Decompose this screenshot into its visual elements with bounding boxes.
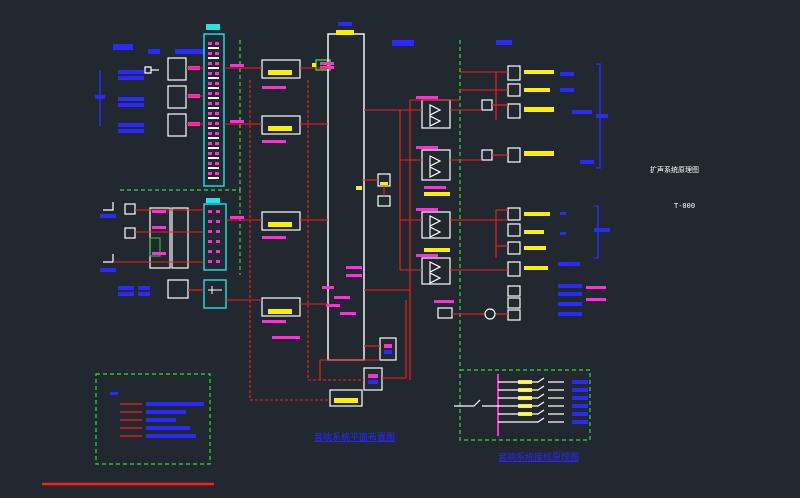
speaker-magenta-tags xyxy=(586,286,606,301)
scheme-caption: 音响系统平面布置图 xyxy=(314,431,395,443)
processor-module-bars xyxy=(268,70,292,314)
speaker-yellow-bars xyxy=(524,70,554,270)
lower-left-labels xyxy=(100,214,150,296)
amplifier-small-units xyxy=(437,99,496,320)
left-input-labels xyxy=(95,44,205,133)
lower-caption: 音响系统接线原理图 xyxy=(498,451,579,463)
input-device-boxes xyxy=(144,57,187,137)
legend-box xyxy=(110,392,204,438)
breaker-panel xyxy=(454,374,588,436)
magenta-tags xyxy=(152,64,454,303)
drawing-number: T-000 xyxy=(674,202,695,210)
patch-panel-upper xyxy=(203,24,225,187)
drawing-note: 扩声系统原理图 xyxy=(650,165,699,174)
patch-panel-lower xyxy=(203,198,227,309)
processor-modules xyxy=(261,59,301,317)
rack-lower-fills xyxy=(334,40,414,403)
main-rack xyxy=(320,22,365,361)
speaker-boxes xyxy=(507,65,521,321)
speaker-zone-labels xyxy=(496,40,610,316)
cad-schematic-canvas: 扩声系统原理图 T-000 音响系统平面布置图 音响系统接线原理图 xyxy=(42,22,699,486)
